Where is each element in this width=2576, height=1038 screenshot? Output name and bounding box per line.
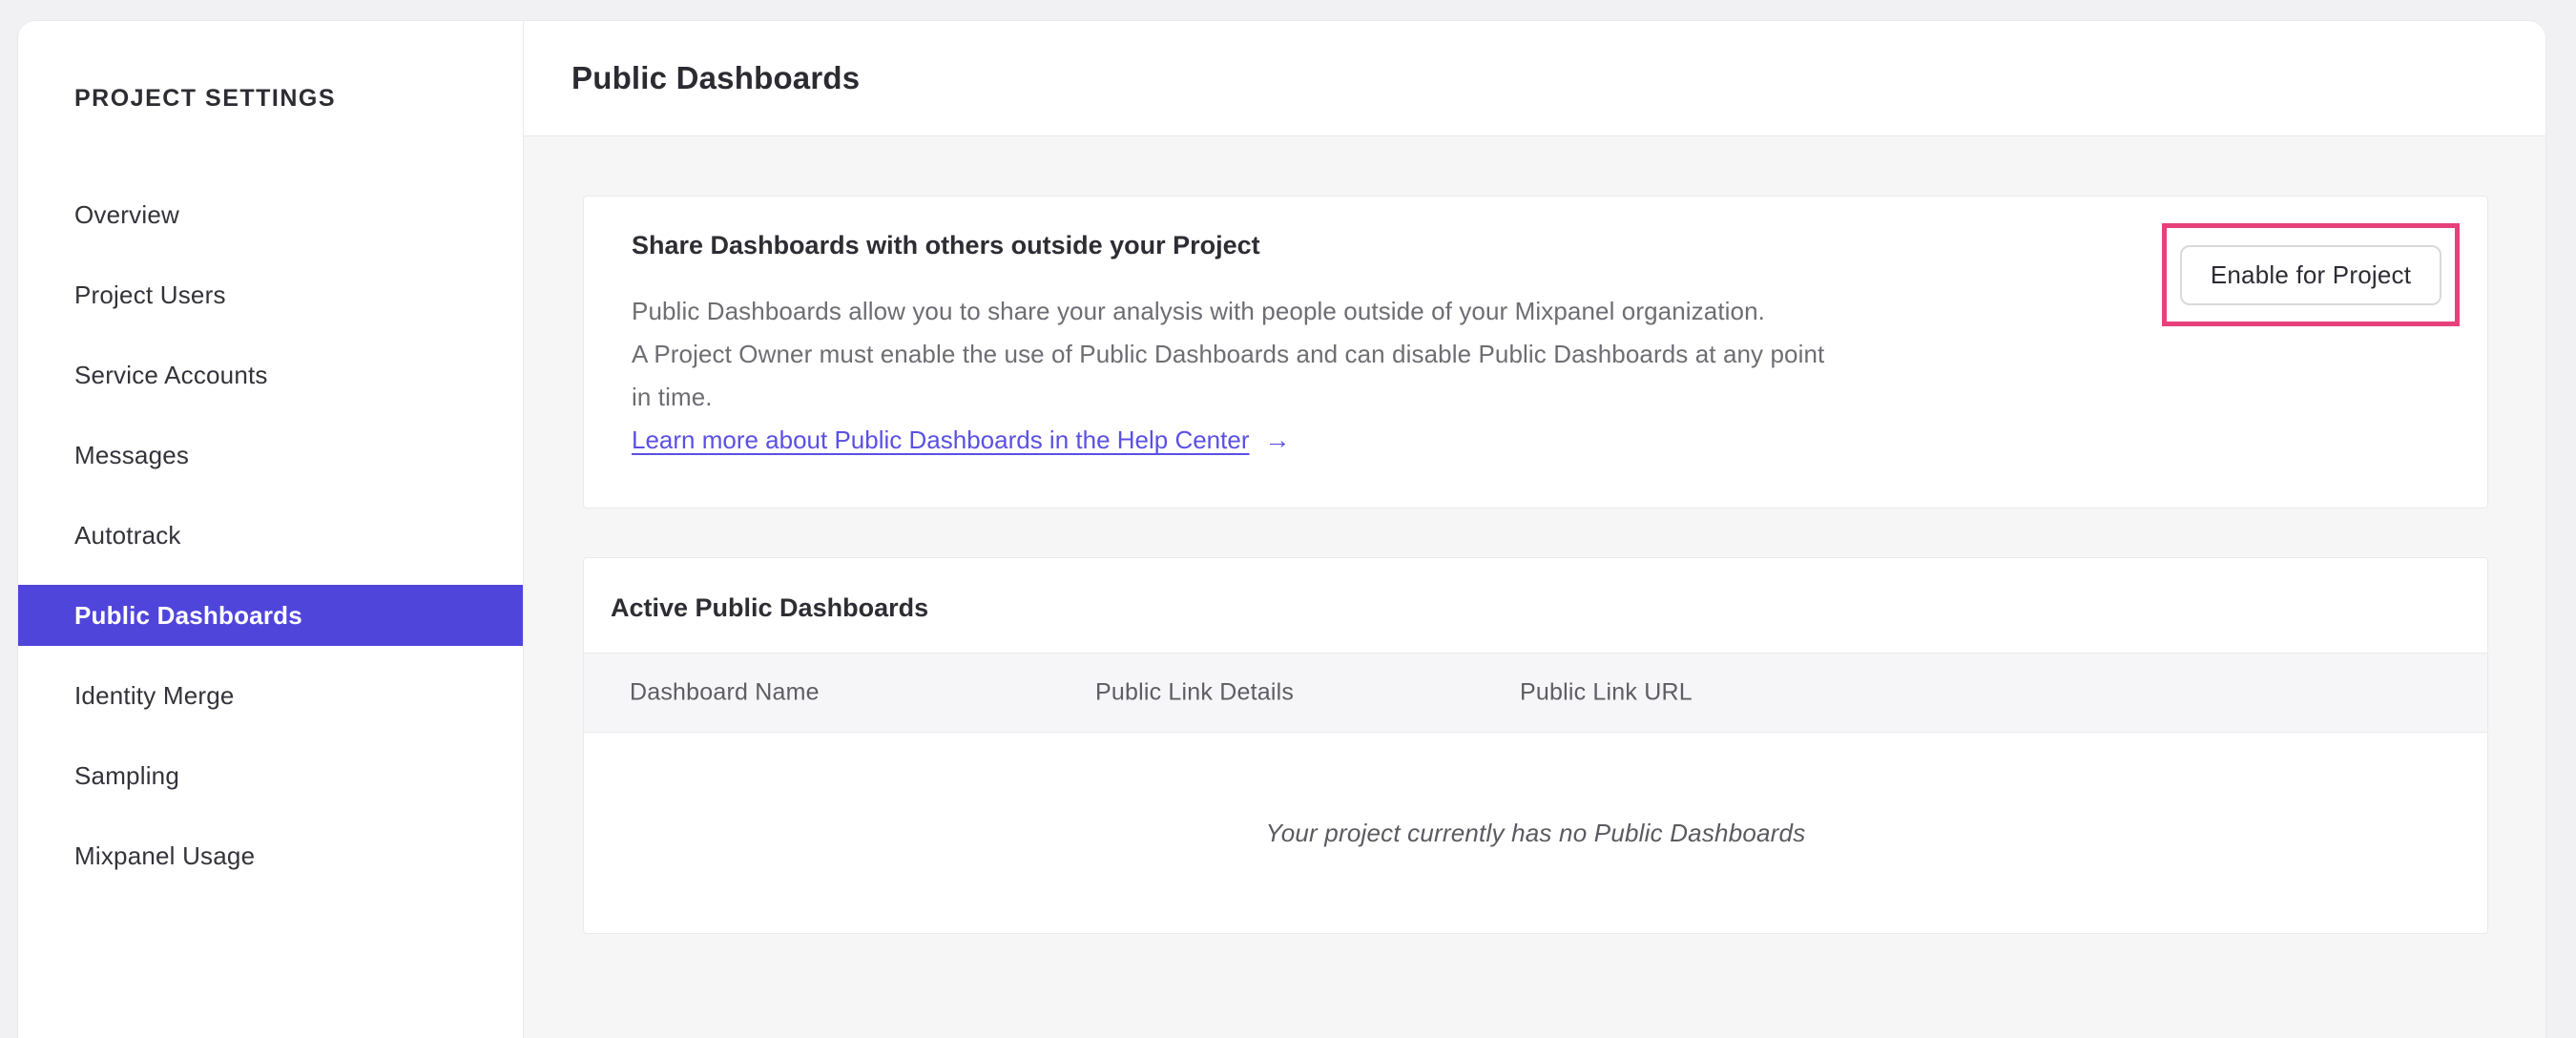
sidebar-item-autotrack[interactable]: Autotrack [18,495,523,575]
dashboards-table-header: Dashboard Name Public Link Details Publi… [584,653,2487,733]
share-dashboards-card: Share Dashboards with others outside you… [583,196,2488,509]
sidebar-item-overview[interactable]: Overview [18,175,523,255]
sidebar-item-mixpanel-usage[interactable]: Mixpanel Usage [18,816,523,896]
sidebar-title: PROJECT SETTINGS [74,85,337,112]
enable-for-project-button[interactable]: Enable for Project [2180,244,2441,305]
share-card-description: Public Dashboards allow you to share you… [632,290,1824,419]
sidebar-item-service-accounts[interactable]: Service Accounts [18,335,523,415]
settings-nav: Overview Project Users Service Accounts … [18,175,523,896]
active-dashboards-card: Active Public Dashboards Dashboard Name … [583,557,2488,934]
sidebar-item-messages[interactable]: Messages [18,415,523,495]
description-line: Public Dashboards allow you to share you… [632,297,1765,325]
settings-sidebar: PROJECT SETTINGS Overview Project Users … [18,21,524,1038]
active-card-title: Active Public Dashboards [611,593,929,622]
page-title: Public Dashboards [571,60,861,95]
page-body: Share Dashboards with others outside you… [524,137,2545,1038]
help-center-link-row: Learn more about Public Dashboards in th… [632,426,1291,455]
annotation-highlight-box: Enable for Project [2162,223,2460,326]
share-card-heading: Share Dashboards with others outside you… [632,231,1260,260]
sidebar-item-identity-merge[interactable]: Identity Merge [18,655,523,736]
column-public-link-details: Public Link Details [1095,678,1295,706]
arrow-right-icon: → [1264,426,1291,454]
help-center-link[interactable]: Learn more about Public Dashboards in th… [632,426,1250,455]
column-public-link-url: Public Link URL [1520,678,1693,706]
description-line: in time. [632,383,713,411]
page-header: Public Dashboards [524,21,2545,136]
sidebar-item-project-users[interactable]: Project Users [18,255,523,335]
sidebar-item-public-dashboards[interactable]: Public Dashboards [18,575,523,655]
sidebar-item-sampling[interactable]: Sampling [18,736,523,816]
description-line: A Project Owner must enable the use of P… [632,340,1825,368]
column-dashboard-name: Dashboard Name [630,678,820,706]
empty-state-message: Your project currently has no Public Das… [1265,818,1806,847]
main-area: Public Dashboards Share Dashboards with … [524,21,2545,1038]
project-settings-app: PROJECT SETTINGS Overview Project Users … [18,21,2545,1038]
